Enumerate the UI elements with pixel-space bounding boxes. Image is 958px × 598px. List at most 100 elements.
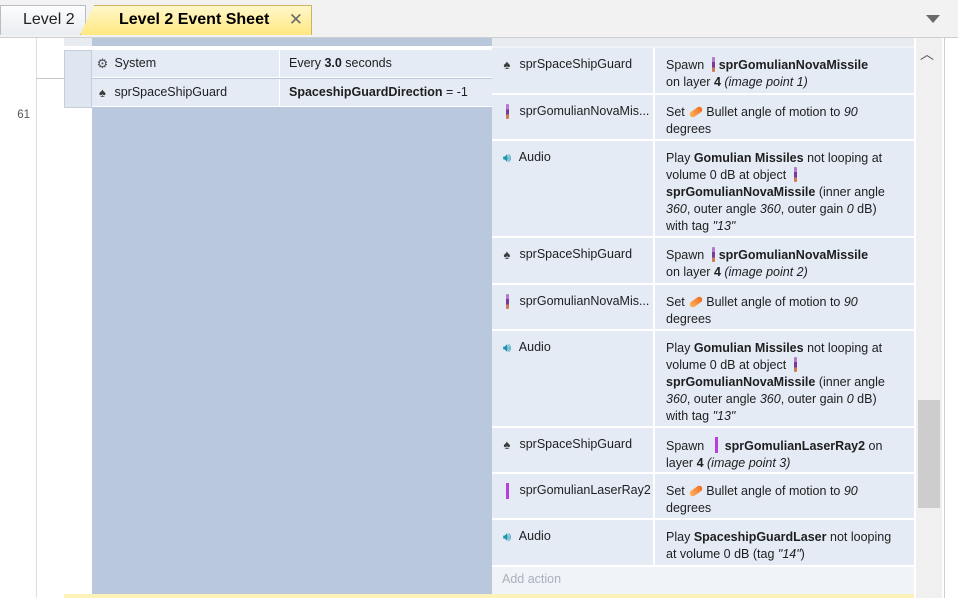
line-gutter: 61 <box>0 38 37 598</box>
chevron-down-icon[interactable] <box>926 15 940 23</box>
action-row[interactable]: 🔊︎ Audio Play SpaceshipGuardLaser not lo… <box>492 520 914 567</box>
condition-text[interactable]: Every 3.0 seconds <box>289 50 392 77</box>
action-object[interactable]: 🔊︎ Audio <box>492 331 655 426</box>
condition-text-part: seconds <box>341 56 392 70</box>
action-text: (inner angle <box>818 375 885 389</box>
action-text: (inner angle <box>818 185 885 199</box>
close-icon[interactable]: ✕ <box>289 6 303 34</box>
action-row[interactable]: 🔊︎ Audio Play Gomulian Missiles not loop… <box>492 331 914 428</box>
action-object-name: sprGomulianNovaMis... <box>519 294 650 308</box>
previous-event-condition-strip <box>92 38 492 46</box>
action-row[interactable]: ♠ sprSpaceShipGuard Spawn sprGomulianNov… <box>492 48 914 95</box>
action-value: 360 <box>666 392 687 406</box>
action-row[interactable]: sprGomulianLaserRay2 Set Bullet angle of… <box>492 474 914 520</box>
missile-icon <box>711 247 715 262</box>
action-text: degrees <box>666 122 712 136</box>
action-text: degrees <box>666 501 712 515</box>
action-row[interactable]: 🔊︎ Audio Play Gomulian Missiles not loop… <box>492 141 914 238</box>
action-sound-name: SpaceshipGuardLaser <box>693 530 827 544</box>
action-row[interactable]: sprGomulianNovaMis... Set Bullet angle o… <box>492 285 914 331</box>
action-object[interactable]: 🔊︎ Audio <box>492 141 655 236</box>
action-object[interactable]: ♠ sprSpaceShipGuard <box>492 428 655 472</box>
action-row[interactable]: ♠ sprSpaceShipGuard Spawn sprGomulianLas… <box>492 428 914 474</box>
add-action-link[interactable]: Add action <box>502 572 561 586</box>
action-description[interactable]: Spawn sprGomulianNovaMissile on layer 4 … <box>666 247 900 281</box>
action-text: , outer gain <box>780 392 844 406</box>
spaceship-icon: ♠ <box>99 85 106 101</box>
vertical-scrollbar[interactable]: ︿ <box>916 38 942 598</box>
speaker-icon: 🔊︎ <box>502 340 512 355</box>
action-object-name: sprGomulianLaserRay2 <box>519 483 651 497</box>
action-text: Set <box>666 484 685 498</box>
action-text: Bullet angle of motion to <box>706 295 841 309</box>
panel-border <box>944 38 945 598</box>
action-tag: "13" <box>712 409 736 423</box>
action-description[interactable]: Play Gomulian Missiles not looping at vo… <box>666 150 900 235</box>
bullet-icon <box>688 484 704 498</box>
action-text: degrees <box>666 312 712 326</box>
action-object-name: Audio <box>518 529 551 543</box>
chevron-up-icon[interactable]: ︿ <box>920 44 934 64</box>
missile-icon <box>711 57 715 72</box>
action-row[interactable]: sprGomulianNovaMis... Set Bullet angle o… <box>492 95 914 141</box>
action-object[interactable]: sprGomulianNovaMis... <box>492 285 655 329</box>
action-image-point: (image point 2) <box>724 265 808 279</box>
spaceship-icon: ♠ <box>503 247 511 262</box>
action-row[interactable]: ♠ sprSpaceShipGuard Spawn sprGomulianNov… <box>492 238 914 285</box>
spaceship-icon: ♠ <box>503 57 511 72</box>
actions-area[interactable]: ♠ sprSpaceShipGuard Spawn sprGomulianNov… <box>492 46 914 594</box>
action-text: on layer <box>666 265 714 279</box>
tab-level-2-event-sheet[interactable]: Level 2 Event Sheet ✕ <box>80 5 312 35</box>
laser-icon <box>714 437 718 453</box>
action-object-ref: sprGomulianNovaMissile <box>718 58 869 72</box>
action-object[interactable]: sprGomulianNovaMis... <box>492 95 655 139</box>
action-image-point: (image point 3) <box>707 456 791 470</box>
action-description[interactable]: Spawn sprGomulianNovaMissile on layer 4 … <box>666 57 900 91</box>
action-object[interactable]: 🔊︎ Audio <box>492 520 655 565</box>
speaker-icon: 🔊︎ <box>502 150 512 165</box>
action-sound-name: Gomulian Missiles <box>693 341 804 355</box>
tab-level-2[interactable]: Level 2 <box>0 5 86 35</box>
condition-row[interactable]: ♠ sprSpaceShipGuard SpaceshipGuardDirect… <box>92 79 492 107</box>
condition-object[interactable]: ⚙ System <box>92 50 280 77</box>
condition-object-name: sprSpaceShipGuard <box>114 85 228 99</box>
missile-icon <box>793 357 797 372</box>
action-description[interactable]: Play SpaceshipGuardLaser not looping at … <box>666 529 900 563</box>
action-text: , outer gain <box>780 202 844 216</box>
action-text: , outer angle <box>686 202 757 216</box>
action-text: on layer <box>666 75 714 89</box>
action-description[interactable]: Set Bullet angle of motion to 90 degrees <box>666 294 900 328</box>
bullet-icon <box>688 105 704 119</box>
conditions-area[interactable] <box>92 50 492 594</box>
missile-icon <box>498 104 516 119</box>
action-object[interactable]: ♠ sprSpaceShipGuard <box>492 48 655 93</box>
action-description[interactable]: Play Gomulian Missiles not looping at vo… <box>666 340 900 425</box>
action-text: Bullet angle of motion to <box>706 105 841 119</box>
condition-row[interactable]: ⚙ System Every 3.0 seconds <box>92 50 492 78</box>
action-object-name: Audio <box>518 150 551 164</box>
action-text: layer <box>666 456 697 470</box>
action-text: ) <box>800 547 805 561</box>
action-object-ref: sprGomulianNovaMissile <box>718 248 869 262</box>
condition-text[interactable]: SpaceshipGuardDirection = -1 <box>289 79 468 106</box>
scrollbar-thumb[interactable] <box>918 400 940 508</box>
condition-variable: SpaceshipGuardDirection <box>289 85 443 99</box>
action-text: Spawn <box>666 248 705 262</box>
bullet-icon <box>688 295 704 309</box>
action-description[interactable]: Spawn sprGomulianLaserRay2 on layer 4 (i… <box>666 437 900 472</box>
action-description[interactable]: Set Bullet angle of motion to 90 degrees <box>666 483 900 517</box>
action-description[interactable]: Set Bullet angle of motion to 90 degrees <box>666 104 900 138</box>
missile-icon <box>498 294 516 309</box>
action-text: Spawn <box>666 439 705 453</box>
action-object[interactable]: sprGomulianLaserRay2 <box>492 474 655 518</box>
event-handle[interactable] <box>64 50 92 108</box>
tab-label: Level 2 Event Sheet <box>119 11 270 28</box>
action-object[interactable]: ♠ sprSpaceShipGuard <box>492 238 655 283</box>
laser-icon <box>498 483 516 499</box>
action-tag: "13" <box>712 219 736 233</box>
speaker-icon: 🔊︎ <box>502 529 512 544</box>
action-image-point: (image point 1) <box>724 75 808 89</box>
condition-object[interactable]: ♠ sprSpaceShipGuard <box>92 79 280 106</box>
event-block[interactable]: ⚙ System Every 3.0 seconds ♠ sprSpaceShi… <box>64 46 914 594</box>
action-value: 360 <box>759 202 781 216</box>
